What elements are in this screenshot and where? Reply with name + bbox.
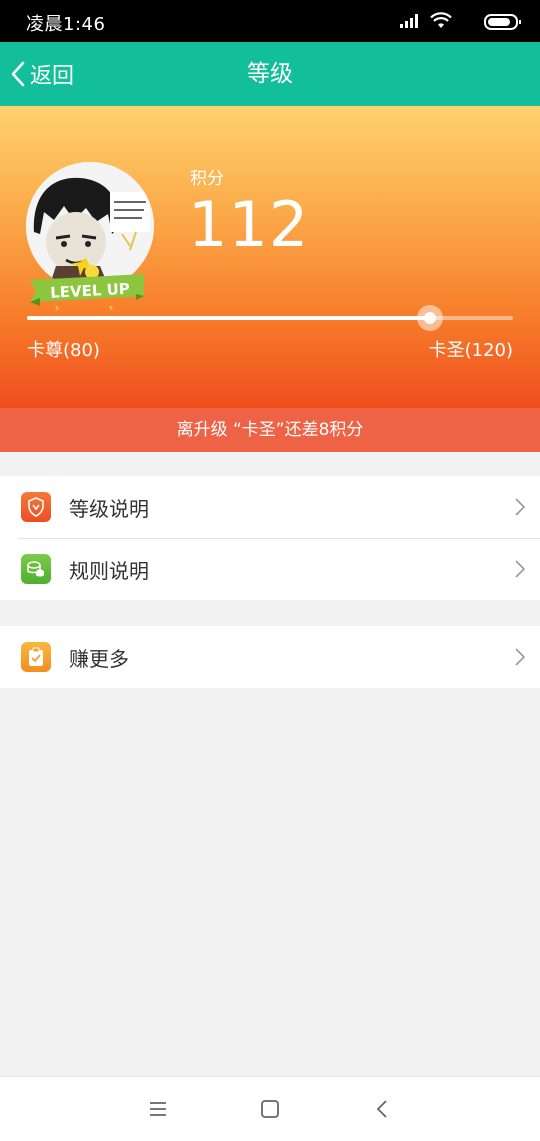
menu-item-rules[interactable]: 规则说明 xyxy=(0,538,540,600)
battery-icon xyxy=(484,14,521,30)
level-up-badge: LEVEL UP xyxy=(30,258,144,311)
back-label: 返回 xyxy=(30,64,75,89)
menu-item-label: 赚更多 xyxy=(69,646,129,671)
status-time: 凌晨1:46 xyxy=(26,14,106,35)
menu-item-label: 等级说明 xyxy=(69,496,149,521)
coins-icon xyxy=(21,554,51,584)
chevron-right-icon xyxy=(515,560,526,578)
back-button[interactable]: 返回 xyxy=(8,42,74,106)
progress-knob xyxy=(417,305,444,331)
points-label: 积分 xyxy=(190,169,224,189)
chevron-right-icon xyxy=(515,498,526,516)
progress-fill xyxy=(27,316,431,320)
next-level-label: 卡圣(120) xyxy=(428,340,513,361)
menu-icon[interactable] xyxy=(146,1097,170,1121)
menu-item-level-info[interactable]: 等级说明 xyxy=(0,476,540,538)
status-bar: 凌晨1:46 xyxy=(0,0,540,42)
level-progress-bar xyxy=(27,305,513,331)
badge-text: LEVEL UP xyxy=(50,280,130,302)
page-title: 等级 xyxy=(247,61,293,87)
shield-icon xyxy=(21,492,51,522)
signal-icon xyxy=(400,14,422,28)
chevron-right-icon xyxy=(515,648,526,666)
nav-bar: 等级 返回 xyxy=(0,42,540,106)
menu-group-earn: 赚更多 xyxy=(0,626,540,688)
upgrade-notice: 离升级 “卡圣”还差8积分 xyxy=(0,408,540,452)
system-nav-bar xyxy=(0,1076,540,1141)
chevron-left-icon xyxy=(11,61,25,87)
wifi-icon xyxy=(430,12,452,28)
points-value: 112 xyxy=(188,188,310,261)
home-icon[interactable] xyxy=(258,1097,282,1121)
back-icon[interactable] xyxy=(371,1097,395,1121)
menu-group-info: 等级说明 规则说明 xyxy=(0,476,540,600)
current-level-label: 卡尊(80) xyxy=(27,340,100,361)
menu-item-label: 规则说明 xyxy=(69,558,149,583)
menu-item-earn-more[interactable]: 赚更多 xyxy=(0,626,540,688)
clipboard-icon xyxy=(21,642,51,672)
level-header: LEVEL UP 积分 112 卡尊(80) 卡圣(120) xyxy=(0,106,540,408)
